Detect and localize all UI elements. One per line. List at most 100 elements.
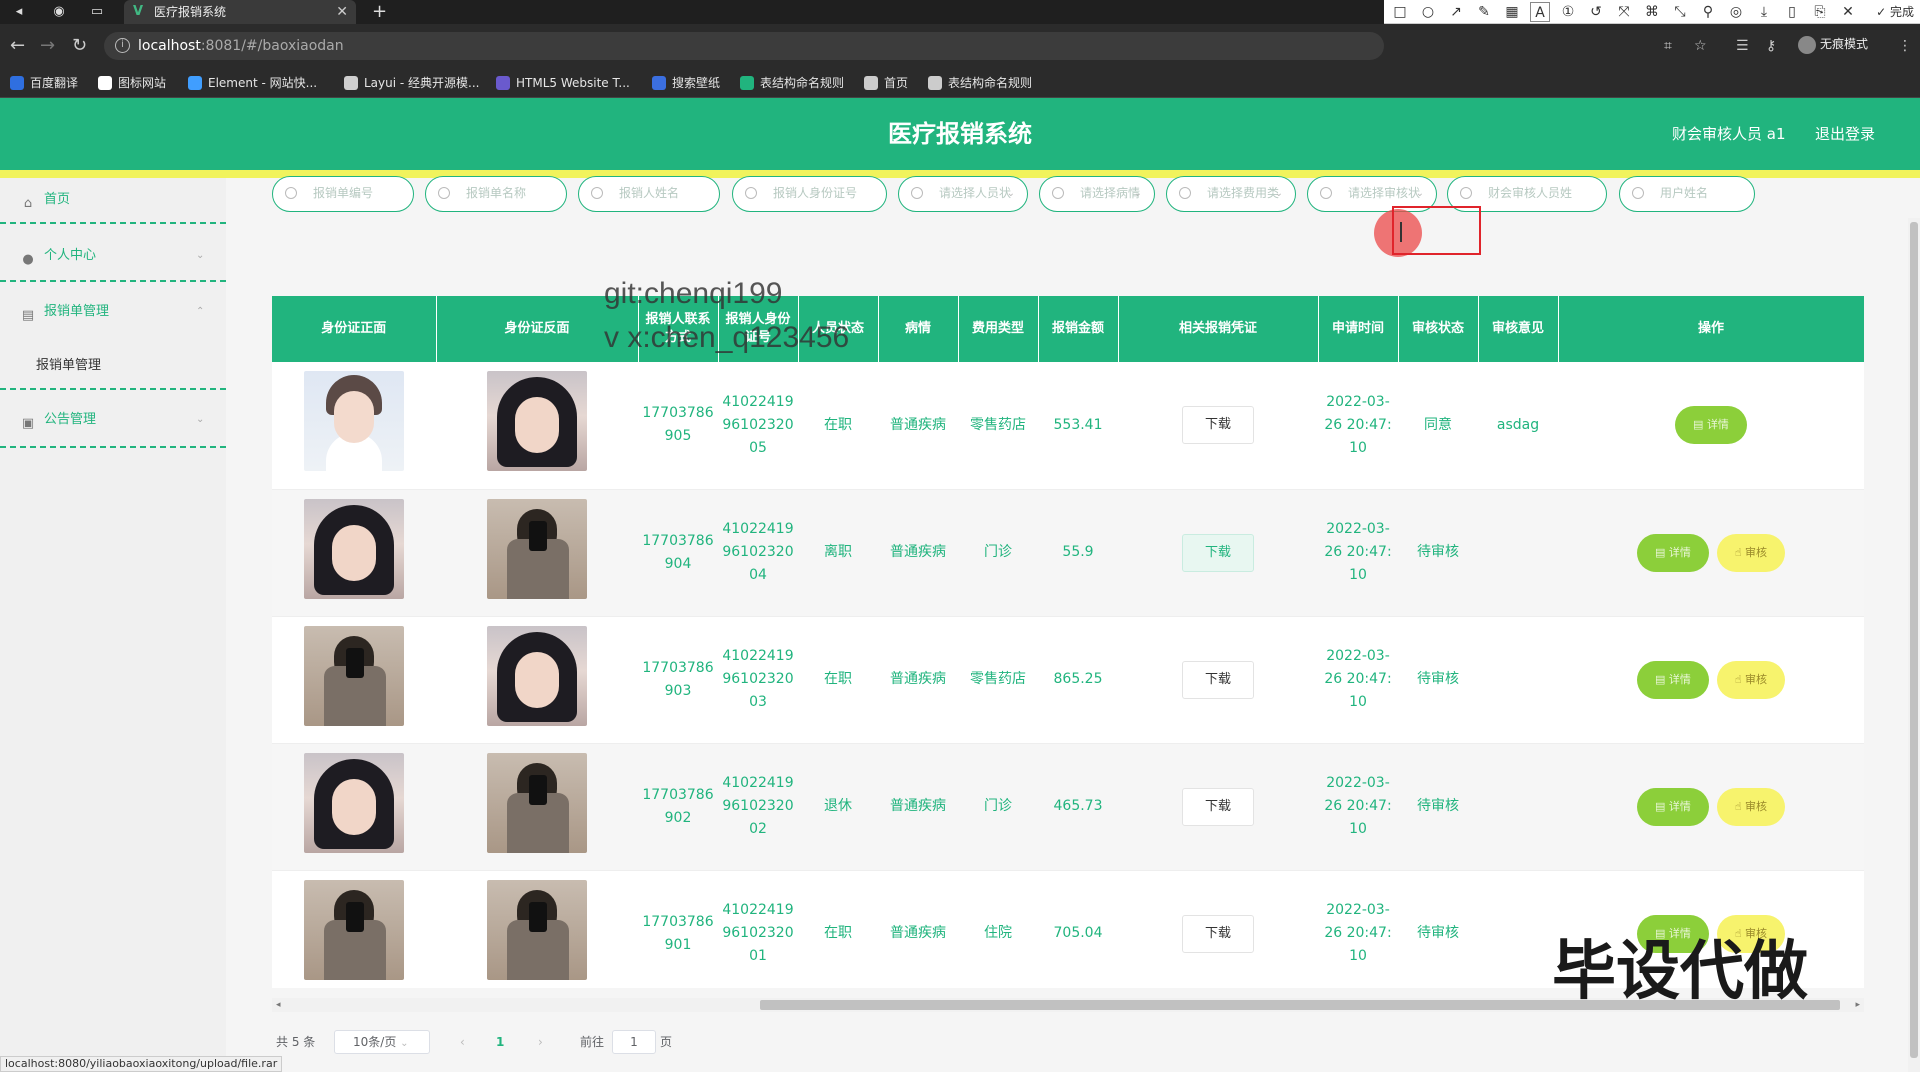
- apply-time-cell-text: 2022-03-26 20:47:10: [1324, 521, 1392, 583]
- expand-icon[interactable]: ⤡: [1670, 2, 1690, 22]
- audit-opinion-cell: [1478, 743, 1558, 871]
- bookmark-item[interactable]: 搜索壁纸: [652, 68, 720, 98]
- bookmark-favicon-icon: [188, 75, 202, 90]
- record-icon[interactable]: ◎: [1726, 2, 1746, 22]
- sidebar-item-claims[interactable]: ▤ 报销单管理 ⌃: [0, 300, 226, 324]
- new-tab-icon[interactable]: +: [372, 0, 387, 24]
- id-card-photo[interactable]: [487, 879, 587, 980]
- detail-button[interactable]: ▤ 详情: [1636, 533, 1709, 572]
- search-input[interactable]: 报销人身份证号: [732, 176, 887, 212]
- staff-status-cell-text: 在职: [824, 925, 852, 941]
- detail-button[interactable]: ▤ 详情: [1636, 787, 1709, 826]
- forward-icon[interactable]: →: [40, 34, 55, 58]
- bookmark-item[interactable]: 表结构命名规则: [740, 68, 844, 98]
- bookmark-item[interactable]: 百度翻译: [10, 68, 78, 98]
- bookmark-favicon-icon: [864, 75, 878, 90]
- id-card-photo[interactable]: [304, 879, 404, 980]
- scroll-right-icon[interactable]: ▸: [1855, 998, 1860, 1012]
- incognito-badge[interactable]: 无痕模式: [1798, 35, 1868, 54]
- reading-list-icon[interactable]: ☰: [1736, 38, 1749, 54]
- ellipse-tool-icon[interactable]: ○: [1418, 2, 1438, 22]
- bookmark-item[interactable]: Element - 网站快...: [188, 68, 317, 98]
- tab-close-icon[interactable]: ✕: [336, 0, 348, 24]
- menu-icon[interactable]: ⋮: [1898, 38, 1912, 54]
- browser-tab[interactable]: V 医疗报销系统 ✕: [124, 0, 356, 24]
- cancel-icon[interactable]: ✕: [1838, 2, 1858, 22]
- download-button[interactable]: 下载: [1182, 406, 1254, 445]
- illness-cell: 普通疾病: [878, 743, 958, 871]
- search-input[interactable]: 报销单名称: [425, 176, 567, 212]
- audit-button[interactable]: ☝ 审核: [1716, 533, 1786, 572]
- pen-tool-icon[interactable]: ✎: [1474, 2, 1494, 22]
- id-card-photo[interactable]: [487, 752, 587, 853]
- window-icon[interactable]: ▭: [88, 3, 106, 21]
- bookmark-item[interactable]: 表结构命名规则: [928, 68, 1032, 98]
- detail-button[interactable]: ▤ 详情: [1636, 660, 1709, 699]
- prev-page-icon[interactable]: ‹: [460, 1030, 465, 1054]
- annotation-text-box[interactable]: [1392, 206, 1481, 255]
- translate-icon[interactable]: ⌘: [1642, 2, 1662, 22]
- crop-icon[interactable]: ⤧: [1614, 2, 1634, 22]
- pin-icon[interactable]: ⚲: [1698, 2, 1718, 22]
- id-card-photo[interactable]: [304, 625, 404, 726]
- id-card-photo[interactable]: [304, 498, 404, 599]
- back-arrow-icon[interactable]: ◂: [10, 3, 28, 21]
- search-icon: [1179, 187, 1191, 199]
- key-icon[interactable]: ⚷: [1766, 38, 1776, 54]
- id-card-photo[interactable]: [304, 371, 404, 472]
- phone-icon[interactable]: ▯: [1782, 2, 1802, 22]
- scrollbar-thumb[interactable]: [1910, 222, 1918, 1058]
- fee-type-cell: 门诊: [958, 743, 1038, 871]
- bookmark-item[interactable]: 图标网站: [98, 68, 166, 98]
- site-info-icon[interactable]: i: [115, 38, 130, 53]
- search-input[interactable]: 报销人姓名: [578, 176, 720, 212]
- filter-select[interactable]: 请选择人员状 ⌄: [898, 176, 1028, 212]
- actions-cell: ▤ 详情 ☝ 审核: [1558, 743, 1864, 871]
- url-field[interactable]: i localhost:8081/#/baoxiaodan: [104, 32, 1384, 60]
- next-page-icon[interactable]: ›: [538, 1030, 543, 1054]
- bookmark-item[interactable]: Layui - 经典开源模...: [344, 68, 479, 98]
- back-icon[interactable]: ←: [10, 34, 25, 58]
- undo-icon[interactable]: ↺: [1586, 2, 1606, 22]
- download-button[interactable]: 下载: [1182, 914, 1254, 953]
- star-icon[interactable]: ☆: [1694, 38, 1707, 54]
- page-size-select[interactable]: 10条/页 ⌄: [334, 1030, 430, 1054]
- filter-select[interactable]: 请选择病情 ⌄: [1039, 176, 1155, 212]
- audit-button[interactable]: ☝ 审核: [1716, 787, 1786, 826]
- sidebar-item-notices[interactable]: ▣ 公告管理 ⌄: [0, 408, 226, 432]
- search-input[interactable]: 用户姓名: [1619, 176, 1755, 212]
- id-card-photo[interactable]: [487, 371, 587, 472]
- done-button[interactable]: ✓ 完成: [1876, 0, 1914, 24]
- detail-button[interactable]: ▤ 详情: [1675, 406, 1747, 445]
- download-button[interactable]: 下载: [1182, 660, 1254, 699]
- id-card-photo[interactable]: [304, 752, 404, 853]
- arrow-tool-icon[interactable]: ↗: [1446, 2, 1466, 22]
- logout-link[interactable]: 退出登录: [1815, 98, 1875, 170]
- bookmark-item[interactable]: HTML5 Website T...: [496, 68, 630, 98]
- illness-cell: 普通疾病: [878, 870, 958, 988]
- table-row: 17703786904 410224199610232004 离职 普通疾病 门诊 55.…: [272, 489, 1864, 617]
- download-button[interactable]: 下载: [1182, 533, 1254, 572]
- scroll-left-icon[interactable]: ◂: [276, 998, 281, 1012]
- sidebar-subitem-claims[interactable]: 报销单管理: [36, 354, 101, 373]
- sidebar-item-home[interactable]: ⌂ 首页: [0, 188, 226, 212]
- bookmark-icon[interactable]: ⎘: [1810, 2, 1830, 22]
- download-icon[interactable]: ⤓: [1754, 2, 1774, 22]
- mosaic-tool-icon[interactable]: ▦: [1502, 2, 1522, 22]
- filter-select[interactable]: 请选择费用类 ⌄: [1166, 176, 1296, 212]
- page-number-current[interactable]: 1: [496, 1030, 504, 1054]
- number-tool-icon[interactable]: ①: [1558, 2, 1578, 22]
- id-card-photo[interactable]: [487, 498, 587, 599]
- vertical-scrollbar[interactable]: [1908, 218, 1920, 1072]
- reload-icon[interactable]: ↻: [72, 34, 87, 58]
- text-tool-icon[interactable]: A: [1530, 2, 1550, 22]
- audit-button[interactable]: ☝ 审核: [1716, 660, 1786, 699]
- bookmark-item[interactable]: 首页: [864, 68, 908, 98]
- sidebar-item-profile[interactable]: ● 个人中心 ⌄: [0, 244, 226, 268]
- download-button[interactable]: 下载: [1182, 787, 1254, 826]
- search-input[interactable]: 报销单编号: [272, 176, 414, 212]
- goto-page-input[interactable]: 1: [612, 1030, 656, 1054]
- id-card-photo[interactable]: [487, 625, 587, 726]
- rect-tool-icon[interactable]: □: [1390, 2, 1410, 22]
- translate-page-icon[interactable]: ⌗: [1664, 38, 1672, 54]
